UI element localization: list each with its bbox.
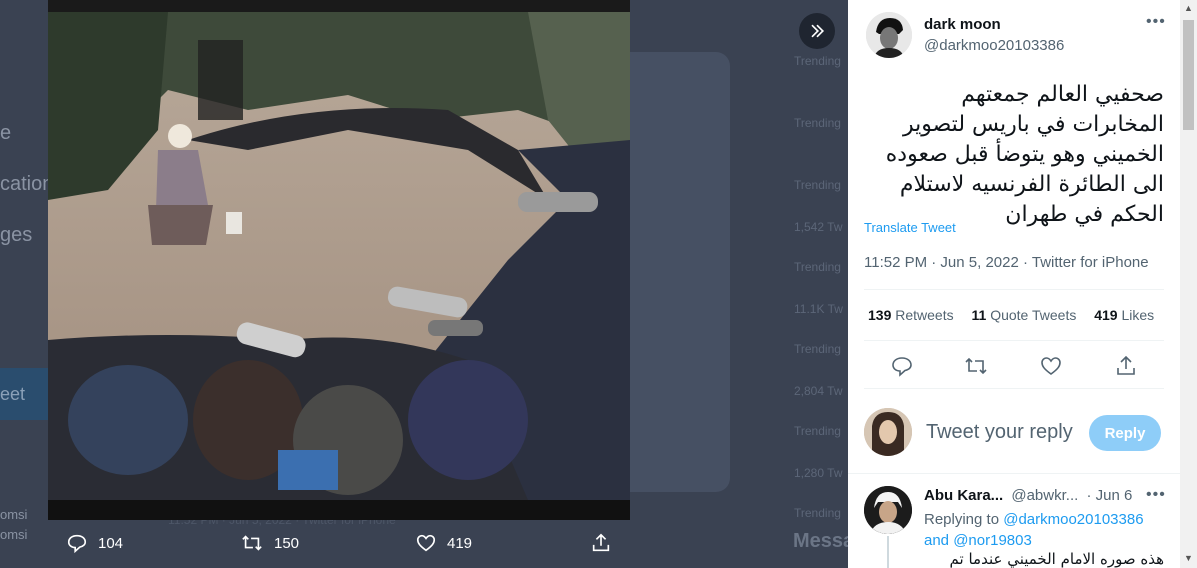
- quote-tweets-stat[interactable]: 11 Quote Tweets: [972, 307, 1077, 323]
- and-label: and: [924, 532, 950, 549]
- heart-icon: [416, 534, 436, 552]
- chevrons-right-icon: [811, 24, 825, 38]
- bg-messages: Messa: [793, 530, 848, 552]
- reply-author-name[interactable]: Abu Kara...: [924, 487, 1003, 504]
- retweets-stat[interactable]: 139 Retweets: [868, 307, 954, 323]
- photo-retweet-count: 150: [274, 534, 300, 552]
- photo-retweet-action[interactable]: 150: [240, 532, 299, 554]
- mention-link[interactable]: @darkmoo20103386: [1003, 511, 1143, 528]
- share-icon: [592, 533, 610, 552]
- bg-user-handle: omsi: [0, 527, 28, 542]
- photo-illustration: [48, 0, 630, 500]
- heart-icon[interactable]: [1039, 354, 1063, 378]
- divider: [864, 289, 1164, 290]
- replying-to-label: Replying to: [924, 511, 1000, 528]
- bg-trend: 2,804 Tw: [794, 384, 843, 398]
- photo-reply-count: 104: [98, 534, 124, 552]
- divider: [864, 340, 1164, 341]
- avatar-image: [866, 12, 912, 58]
- author-handle[interactable]: @darkmoo20103386: [924, 37, 1064, 54]
- panel-scrollbar[interactable]: ▲ ▼: [1180, 0, 1197, 568]
- author-avatar[interactable]: [866, 12, 912, 58]
- bg-trend: Trending: [794, 506, 841, 520]
- thread-line: [887, 536, 889, 568]
- scrollbar-thumb[interactable]: [1183, 20, 1194, 130]
- reply-button[interactable]: Reply: [1089, 415, 1161, 451]
- more-icon: •••: [1146, 13, 1166, 30]
- retweet-icon: [242, 535, 262, 551]
- reply-author-avatar[interactable]: [864, 486, 912, 534]
- bg-trend: Trending: [794, 178, 841, 192]
- likes-stat[interactable]: 419 Likes: [1094, 307, 1154, 323]
- bg-tweet-button: eet: [0, 368, 48, 420]
- author-name[interactable]: dark moon: [924, 16, 1001, 33]
- avatar-image: [864, 408, 912, 456]
- bg-trend: Trending: [794, 260, 841, 274]
- tweet-timestamp[interactable]: 11:52 PM · Jun 5, 2022 · Twitter for iPh…: [864, 254, 1149, 271]
- bg-trend: Trending: [794, 116, 841, 130]
- replying-to: Replying to @darkmoo20103386 and @nor198…: [924, 509, 1164, 551]
- bg-trend: Trending: [794, 424, 841, 438]
- reply-date[interactable]: · Jun 6: [1086, 487, 1132, 504]
- bg-nav-item: ges: [0, 224, 33, 246]
- bg-trend: 11.1K Tw: [794, 302, 843, 316]
- reply-header: Abu Kara... @abwkr... · Jun 6: [924, 487, 1132, 504]
- bg-nav-item: e: [0, 122, 12, 144]
- reply-icon: [67, 534, 87, 554]
- mention-link[interactable]: @nor19803: [953, 532, 1032, 549]
- tweet-actions: [864, 350, 1164, 382]
- photo-share-action[interactable]: [590, 532, 612, 554]
- photo-action-bar: 104 150 419: [48, 522, 630, 568]
- current-user-avatar[interactable]: [864, 408, 912, 456]
- share-icon[interactable]: [1114, 354, 1138, 378]
- more-icon: •••: [1146, 486, 1166, 503]
- tweet-more-button[interactable]: •••: [1146, 13, 1166, 31]
- bg-trend: 1,280 Tw: [794, 466, 843, 480]
- retweet-icon[interactable]: [964, 354, 988, 378]
- bg-user-name: omsi: [0, 507, 28, 522]
- tweet-photo[interactable]: [48, 0, 630, 520]
- photo-like-count: 419: [447, 534, 473, 552]
- bg-trend: Trending: [794, 54, 841, 68]
- translate-tweet-link[interactable]: Translate Tweet: [864, 220, 956, 235]
- reply-author-handle[interactable]: @abwkr...: [1011, 487, 1078, 504]
- scroll-up-icon[interactable]: ▲: [1184, 3, 1193, 13]
- reply-text: هذه صوره الامام الخميني عندما تم: [949, 550, 1164, 568]
- bg-trend: Trending: [794, 342, 841, 356]
- bg-trend: 1,542 Tw: [794, 220, 843, 234]
- reply-input[interactable]: Tweet your reply: [926, 421, 1073, 444]
- scroll-down-icon[interactable]: ▼: [1184, 553, 1193, 563]
- bg-feed-card: [630, 52, 730, 492]
- expand-panel-button[interactable]: [799, 13, 835, 49]
- avatar-image: [864, 486, 912, 534]
- tweet-stats: 139 Retweets 11 Quote Tweets 419 Likes: [868, 307, 1154, 323]
- photo-like-action[interactable]: 419: [415, 532, 472, 554]
- reply-more-button[interactable]: •••: [1146, 486, 1166, 504]
- divider: [864, 388, 1164, 389]
- photo-reply-action[interactable]: 104: [66, 532, 123, 554]
- divider: [848, 473, 1180, 474]
- bg-nav-item: cation: [0, 173, 54, 195]
- reply-icon[interactable]: [890, 354, 914, 378]
- tweet-text: صحفيي العالم جمعتهم المخابرات في باريس ل…: [885, 82, 1164, 227]
